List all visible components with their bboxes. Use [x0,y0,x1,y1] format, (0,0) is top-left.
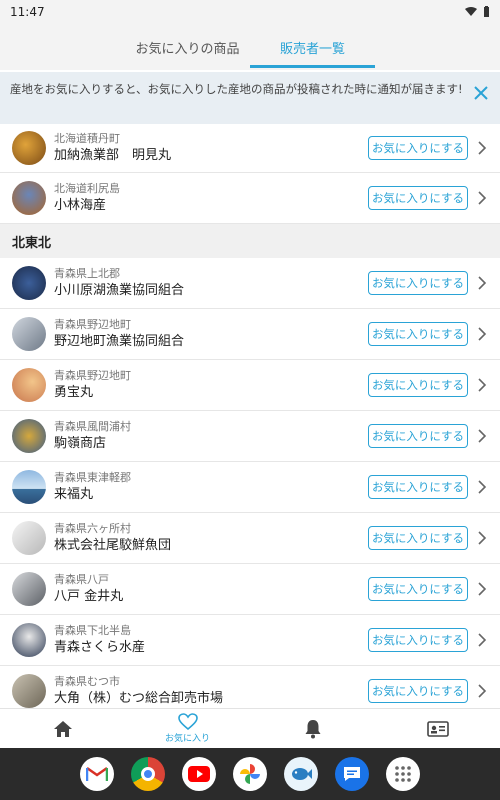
favorite-button[interactable]: お気に入りにする [368,271,468,295]
list-item[interactable]: 青森県野辺地町 勇宝丸 お気に入りにする [0,360,500,411]
seller-region: 青森県八戸 [54,573,109,586]
avatar [12,521,46,555]
chevron-right-icon [478,429,487,443]
seller-region: 北海道積丹町 [54,132,120,145]
seller-name: 小川原湖漁業協同組合 [54,283,185,298]
seller-region: 青森県東津軽郡 [54,471,131,484]
status-icons [465,6,490,18]
fish-app-icon[interactable] [284,757,318,791]
seller-name: 勇宝丸 [54,385,94,400]
chevron-right-icon [478,327,487,341]
battery-icon [484,6,489,17]
chevron-right-icon [478,633,487,647]
favorite-button[interactable]: お気に入りにする [368,322,468,346]
nav-notifications[interactable] [250,709,375,748]
list-item[interactable]: 青森県六ヶ所村 株式会社尾駮鮮魚団 お気に入りにする [0,513,500,564]
chevron-right-icon [478,480,487,494]
messages-app-icon[interactable] [335,757,369,791]
seller-region: 青森県上北郡 [54,267,120,280]
id-card-icon [426,720,449,737]
favorite-button[interactable]: お気に入りにする [368,424,468,448]
bell-icon [305,719,320,738]
avatar [12,368,46,402]
youtube-app-icon[interactable] [182,757,216,791]
seller-list[interactable]: 北海道積丹町 加納漁業部 明見丸 お気に入りにする 北海道利尻島 小林海産 お気… [0,124,500,708]
favorite-button[interactable]: お気に入りにする [368,475,468,499]
seller-name: 野辺地町漁業協同組合 [54,334,185,349]
favorite-button[interactable]: お気に入りにする [368,628,468,652]
tab-bar: お気に入りの商品 販売者一覧 [0,24,500,70]
status-bar: 11:47 [0,0,500,24]
chevron-right-icon [478,684,487,698]
favorite-button[interactable]: お気に入りにする [368,373,468,397]
avatar [12,470,46,504]
seller-name: 来福丸 [54,487,94,502]
list-item[interactable]: 青森県下北半島 青森さくら水産 お気に入りにする [0,615,500,666]
list-item[interactable]: 青森県東津軽郡 来福丸 お気に入りにする [0,462,500,513]
home-icon [53,720,72,737]
section-header: 北東北 [0,224,500,258]
avatar [12,674,46,708]
seller-region: 青森県六ヶ所村 [54,522,131,535]
favorite-button[interactable]: お気に入りにする [368,136,468,160]
photos-app-icon[interactable] [233,757,267,791]
favorite-button[interactable]: お気に入りにする [368,577,468,601]
chevron-right-icon [478,378,487,392]
avatar [12,317,46,351]
seller-region: 青森県風間浦村 [54,420,131,433]
chevron-right-icon [478,582,487,596]
chevron-right-icon [478,276,487,290]
close-icon[interactable] [472,84,490,102]
avatar [12,266,46,300]
seller-region: 青森県むつ市 [54,675,120,688]
seller-region: 青森県野辺地町 [54,318,131,331]
avatar [12,131,46,165]
avatar [12,572,46,606]
notice-banner: 産地をお気に入りすると、お気に入りした産地の商品が投稿された時に通知が届きます! [0,72,500,124]
list-item[interactable]: 青森県むつ市 大角（株）むつ総合卸売市場 お気に入りにする [0,666,500,708]
seller-region: 北海道利尻島 [54,182,120,195]
nav-profile[interactable] [375,709,500,748]
list-item[interactable]: 北海道利尻島 小林海産 お気に入りにする [0,173,500,224]
list-item[interactable]: 北海道積丹町 加納漁業部 明見丸 お気に入りにする [0,124,500,173]
chevron-right-icon [478,141,487,155]
wifi-icon [465,7,477,16]
system-dock [0,748,500,800]
seller-name: 小林海産 [54,198,107,213]
favorite-button[interactable]: お気に入りにする [368,186,468,210]
seller-name: 株式会社尾駮鮮魚団 [54,538,172,553]
favorite-button[interactable]: お気に入りにする [368,679,468,703]
chrome-app-icon[interactable] [131,757,165,791]
chevron-right-icon [478,191,487,205]
nav-favorites[interactable]: お気に入り [125,709,250,748]
nav-favorites-label: お気に入り [164,734,210,744]
seller-region: 青森県野辺地町 [54,369,131,382]
list-item[interactable]: 青森県上北郡 小川原湖漁業協同組合 お気に入りにする [0,258,500,309]
seller-name: 青森さくら水産 [54,640,146,655]
avatar [12,181,46,215]
favorite-button[interactable]: お気に入りにする [368,526,468,550]
seller-name: 大角（株）むつ総合卸売市場 [54,691,224,706]
tab-favorite-products[interactable]: お気に入りの商品 [125,24,250,70]
tab-seller-list[interactable]: 販売者一覧 [250,24,375,70]
seller-name: 駒嶺商店 [54,436,107,451]
avatar [12,419,46,453]
notice-text: 産地をお気に入りすると、お気に入りした産地の商品が投稿された時に通知が届きます! [10,82,463,96]
nav-home[interactable] [0,709,125,748]
status-time: 11:47 [10,5,45,19]
list-item[interactable]: 青森県風間浦村 駒嶺商店 お気に入りにする [0,411,500,462]
seller-name: 加納漁業部 明見丸 [54,148,172,163]
avatar [12,623,46,657]
chevron-right-icon [478,531,487,545]
app-drawer-icon[interactable] [386,757,420,791]
seller-name: 八戸 金井丸 [54,589,124,604]
bottom-nav: お気に入り [0,708,500,748]
gmail-app-icon[interactable] [80,757,114,791]
list-item[interactable]: 青森県野辺地町 野辺地町漁業協同組合 お気に入りにする [0,309,500,360]
list-item[interactable]: 青森県八戸 八戸 金井丸 お気に入りにする [0,564,500,615]
seller-region: 青森県下北半島 [54,624,131,637]
heart-icon [177,713,198,731]
